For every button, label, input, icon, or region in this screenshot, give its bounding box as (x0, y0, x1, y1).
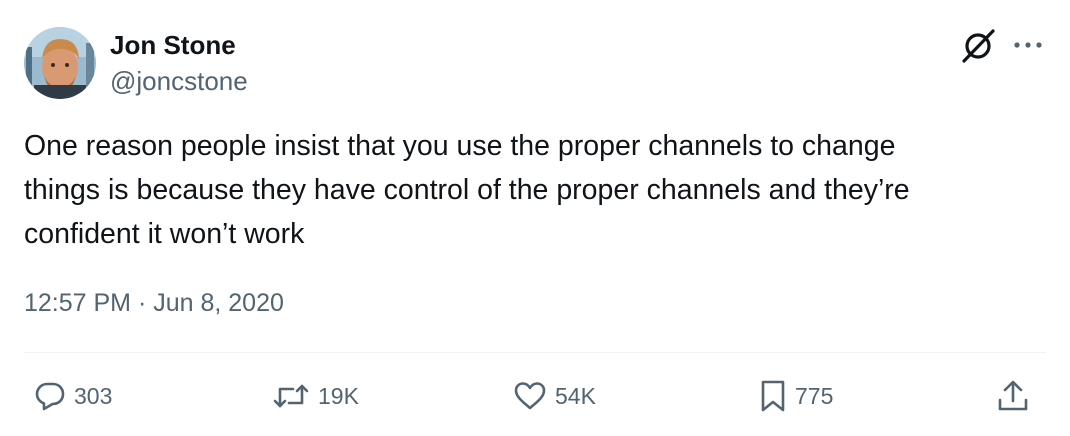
reply-button[interactable]: 303 (34, 376, 112, 416)
share-button[interactable] (996, 376, 1030, 416)
bookmark-icon (761, 380, 785, 412)
avatar[interactable] (24, 27, 96, 99)
share-icon (998, 380, 1028, 411)
more-options-button[interactable] (1008, 28, 1048, 62)
tweet-text: One reason people insist that you use th… (24, 130, 910, 250)
reply-icon (35, 382, 65, 411)
retweet-icon (273, 384, 309, 408)
bookmark-button[interactable]: 775 (759, 376, 833, 416)
tweet-card: Jon Stone @joncstone One reason people i… (0, 0, 1070, 436)
author-handle[interactable]: @joncstone (110, 64, 248, 98)
like-count: 54K (555, 383, 596, 409)
author-name[interactable]: Jon Stone (110, 28, 236, 62)
logo-mark-icon (958, 28, 998, 64)
like-icon (514, 382, 546, 410)
like-button[interactable]: 54K (513, 376, 596, 416)
reply-count: 303 (74, 383, 113, 409)
divider (24, 352, 1046, 353)
bookmark-count: 775 (795, 383, 834, 409)
retweet-count: 19K (318, 383, 359, 409)
retweet-button[interactable]: 19K (272, 376, 359, 416)
avatar-image (24, 27, 96, 99)
more-icon (1014, 42, 1042, 48)
tweet-timestamp[interactable]: 12:57 PM · Jun 8, 2020 (24, 286, 284, 320)
